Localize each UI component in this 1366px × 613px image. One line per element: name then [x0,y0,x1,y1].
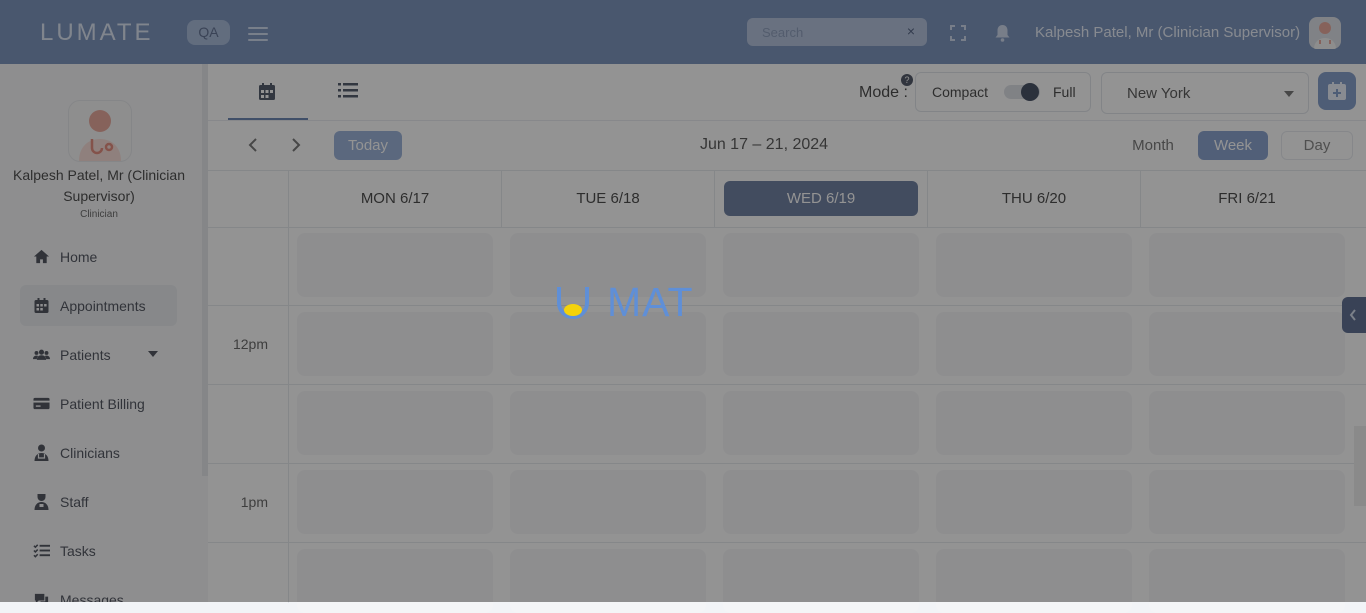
loading-logo-text: MAT [607,279,694,325]
loading-overlay: MAT [0,0,1366,602]
loading-logo: MAT [556,281,726,323]
lumate-u-icon [557,287,589,319]
